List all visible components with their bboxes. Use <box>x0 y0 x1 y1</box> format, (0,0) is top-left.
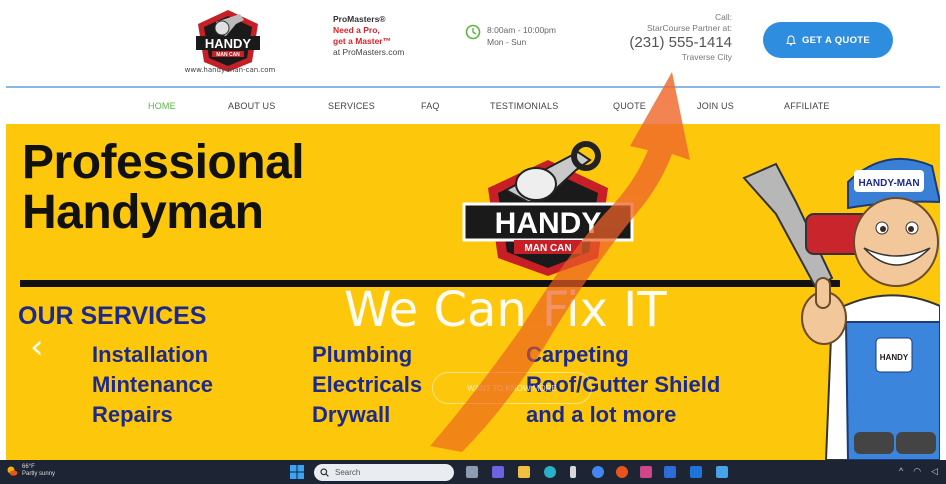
slider-caption: We Can Fix IT <box>344 282 667 338</box>
windows-taskbar: 66°F Partly sunny Search ^ ◠ ◁ <box>0 460 946 484</box>
app-icon[interactable] <box>640 466 652 478</box>
app-icon[interactable] <box>570 466 576 478</box>
hours-time: 8:00am - 10:00pm <box>487 25 556 35</box>
edge-browser-icon[interactable] <box>544 466 556 478</box>
word-icon[interactable] <box>690 466 702 478</box>
site-header: HANDY MAN CAN www.handy-man-can.com ProM… <box>0 0 946 86</box>
weather-temp: 66°F <box>22 464 35 470</box>
search-placeholder: Search <box>335 468 361 477</box>
wifi-icon[interactable]: ◠ <box>913 466 921 477</box>
quote-button-label: GET A QUOTE <box>801 34 871 46</box>
svg-text:HANDY: HANDY <box>205 36 252 51</box>
hero-handyman-logo: HANDY MAN CAN <box>462 141 634 276</box>
nav-home[interactable]: HOME <box>148 101 176 111</box>
business-hours: 8:00am - 10:00pm Mon - Sun <box>465 24 556 48</box>
main-nav: HOME ABOUT US SERVICES FAQ TESTIMONIALS … <box>0 88 946 124</box>
volume-icon[interactable]: ◁ <box>931 466 938 477</box>
call-info: Call: StarCourse Partner at: (231) 555-1… <box>629 12 732 63</box>
svg-text:HANDY: HANDY <box>880 353 909 362</box>
want-to-know-more-button[interactable]: WANT TO KNOW MORE <box>432 372 592 404</box>
search-icon <box>320 468 329 477</box>
chat-app-icon[interactable] <box>492 466 504 478</box>
nav-services[interactable]: SERVICES <box>328 101 375 111</box>
promo-tagline-2: get a Master™ <box>333 36 392 46</box>
clock-icon <box>465 24 481 40</box>
outlook-icon[interactable] <box>664 466 676 478</box>
svg-text:HANDY: HANDY <box>495 207 602 240</box>
service-item: Plumbing <box>312 342 413 367</box>
chrome-icon[interactable] <box>592 466 604 478</box>
promasters-promo[interactable]: ProMasters® Need a Pro, get a Master™ at… <box>333 14 404 58</box>
taskbar-search-box[interactable]: Search <box>314 464 454 481</box>
svg-text:MAN CAN: MAN CAN <box>216 52 240 58</box>
services-col-1: Installation Mintenance Repairs <box>92 340 213 430</box>
weather-desc: Partly sunny <box>22 471 56 477</box>
task-view-icon[interactable] <box>466 466 478 478</box>
service-item: and a lot more <box>526 402 677 427</box>
handyman-mascot-illustration: HANDY-MAN HANDY <box>742 157 940 460</box>
nav-join-us[interactable]: JOIN US <box>697 101 734 111</box>
windows-start-icon[interactable] <box>290 465 304 479</box>
firefox-icon[interactable] <box>616 466 628 478</box>
slider-prev-arrow[interactable]: ‹ <box>30 327 44 367</box>
phone-number[interactable]: (231) 555-1414 <box>629 34 732 52</box>
bell-icon <box>786 34 796 46</box>
hours-days: Mon - Sun <box>487 37 527 47</box>
promo-brand: ProMasters® <box>333 14 386 24</box>
sun-cloud-icon <box>7 466 18 476</box>
hero-banner: Professional Handyman HANDY MAN CAN OUR … <box>6 124 940 460</box>
service-item: Repairs <box>92 402 173 427</box>
weather-widget[interactable]: 66°F Partly sunny <box>6 464 55 478</box>
service-item: Installation <box>92 342 209 367</box>
nav-faq[interactable]: FAQ <box>421 101 440 111</box>
nav-quote[interactable]: QUOTE <box>613 101 646 111</box>
service-item: Electricals <box>312 372 423 397</box>
call-label: Call: <box>714 12 732 22</box>
hero-title-line2: Handyman <box>22 186 264 239</box>
logo-url: www.handy-man-can.com <box>184 66 276 74</box>
promo-tagline-1: Need a Pro, <box>333 25 380 35</box>
svg-text:HANDY-MAN: HANDY-MAN <box>858 178 919 189</box>
nav-testimonials[interactable]: TESTIMONIALS <box>490 101 558 111</box>
our-services-heading: OUR SERVICES <box>18 302 207 330</box>
chevron-up-icon[interactable]: ^ <box>899 466 903 477</box>
services-col-2: Plumbing Electricals Drywall <box>312 340 422 430</box>
system-tray: ^ ◠ ◁ <box>899 466 938 477</box>
nav-about-us[interactable]: ABOUT US <box>228 101 275 111</box>
hero-title-line1: Professional <box>22 136 305 189</box>
app-icon[interactable] <box>716 466 728 478</box>
service-item: Carpeting <box>526 342 629 367</box>
service-item: Drywall <box>312 402 391 427</box>
nav-affiliate[interactable]: AFFILIATE <box>784 101 830 111</box>
svg-text:MAN CAN: MAN CAN <box>524 243 571 254</box>
file-explorer-icon[interactable] <box>518 466 530 478</box>
city-label: Traverse City <box>681 52 732 62</box>
partner-label: StarCourse Partner at: <box>646 23 732 33</box>
promo-site: at ProMasters.com <box>333 47 405 57</box>
hero-title: Professional Handyman <box>22 136 305 239</box>
get-a-quote-button[interactable]: GET A QUOTE <box>763 22 893 58</box>
service-item: Mintenance <box>92 372 214 397</box>
